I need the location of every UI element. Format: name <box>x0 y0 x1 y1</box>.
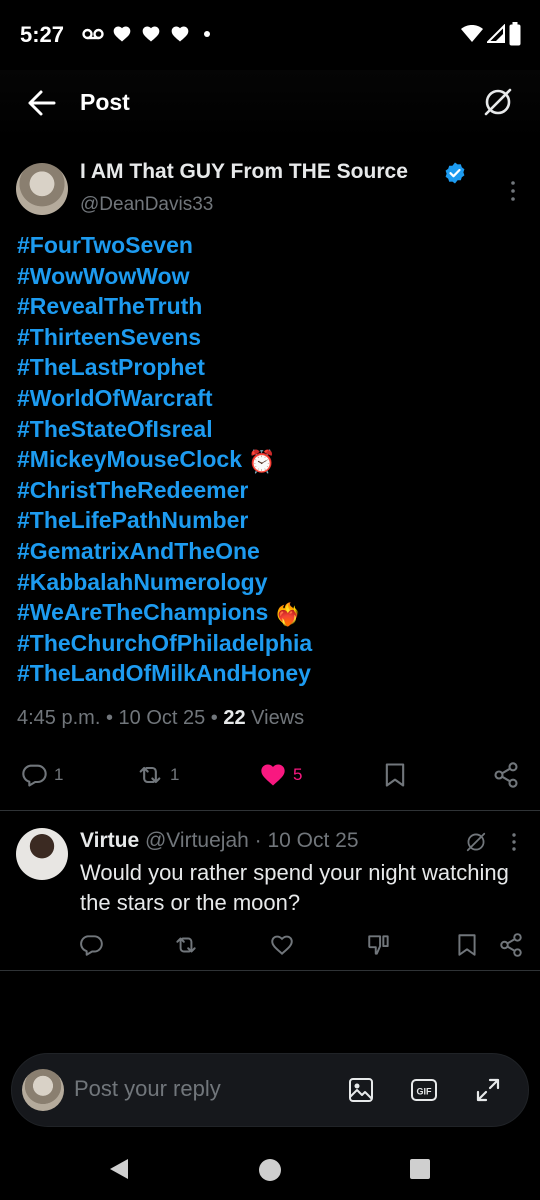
reply-input[interactable] <box>74 1076 324 1102</box>
heart-on-fire-emoji: ❤️‍🔥 <box>274 602 302 628</box>
hashtag-link[interactable]: #TheLastProphet <box>17 352 527 383</box>
hashtag-link[interactable]: #MickeyMouseClock ⏰ <box>17 444 527 475</box>
page-title: Post <box>80 89 130 115</box>
repost-button[interactable]: 1 <box>136 760 179 790</box>
nav-home-icon[interactable] <box>257 1157 283 1183</box>
reply-author-handle[interactable]: @Virtuejah <box>145 829 249 852</box>
grok-icon[interactable] <box>482 86 514 118</box>
nav-back-icon[interactable] <box>106 1156 132 1182</box>
reply-author-name[interactable]: Virtue <box>80 829 139 852</box>
author-name[interactable]: I AM That GUY From THE Source <box>80 160 408 184</box>
grok-icon[interactable] <box>465 831 487 853</box>
share-icon <box>494 762 518 788</box>
hashtag-link[interactable]: #ChristTheRedeemer <box>17 475 527 506</box>
post-date: 10 Oct 25 <box>118 707 206 729</box>
like-button[interactable]: 5 <box>259 760 302 790</box>
divider <box>0 810 540 811</box>
repost-icon <box>139 766 161 784</box>
composer-avatar <box>22 1069 64 1111</box>
nav-recents-icon[interactable] <box>409 1158 431 1180</box>
bookmark-button[interactable] <box>381 760 409 790</box>
reply-button[interactable]: 1 <box>20 760 63 790</box>
expand-icon[interactable] <box>473 1075 503 1105</box>
heart-filled-icon <box>261 764 285 786</box>
hashtag-link[interactable]: #RevealTheTruth <box>17 291 527 322</box>
hashtag-link[interactable]: #WeAreTheChampions ❤️‍🔥 <box>17 597 527 628</box>
status-bar <box>0 0 540 70</box>
hashtag-link[interactable]: #TheLandOfMilkAndHoney <box>17 658 527 689</box>
status-time: 5:27 <box>20 22 65 47</box>
share-icon[interactable] <box>498 932 524 958</box>
views-label[interactable]: Views <box>251 707 304 729</box>
reply-date: 10 Oct 25 <box>267 829 359 852</box>
dislike-icon[interactable] <box>366 932 392 958</box>
heart-icon[interactable] <box>269 932 295 958</box>
reply-count: 1 <box>54 765 64 784</box>
like-count: 5 <box>293 765 303 784</box>
hashtag-link[interactable]: #FourTwoSeven <box>17 230 527 261</box>
hashtag-link[interactable]: #WowWowWow <box>17 261 527 292</box>
reply-header: Virtue @Virtuejah · 10 Oct 25 <box>80 829 359 852</box>
gif-icon[interactable]: GIF <box>409 1075 439 1105</box>
post-meta: 4:45 p.m. • 10 Oct 25 • 22 Views <box>17 707 305 729</box>
hashtag-link[interactable]: #KabbalahNumerology <box>17 567 527 598</box>
more-options-icon[interactable] <box>505 180 521 202</box>
reply-text: Would you rather spend your night watchi… <box>80 860 509 915</box>
reply-icon <box>22 764 47 787</box>
hashtag-link[interactable]: #GematrixAndTheOne <box>17 536 527 567</box>
svg-text:GIF: GIF <box>417 1087 433 1097</box>
views-count: 22 <box>223 707 246 729</box>
repost-icon[interactable] <box>173 932 199 958</box>
hashtag-link[interactable]: #ThirteenSevens <box>17 322 527 353</box>
battery-icon <box>509 22 521 46</box>
hashtag-link[interactable]: #TheLifePathNumber <box>17 505 527 536</box>
alarm-clock-emoji: ⏰ <box>247 449 276 475</box>
post-text: #FourTwoSeven #WowWowWow #RevealTheTruth… <box>17 230 527 689</box>
heart-icon <box>171 26 189 42</box>
repost-count: 1 <box>170 765 180 784</box>
hashtag-link[interactable]: #TheStateOfIsreal <box>17 414 527 445</box>
divider <box>0 970 540 971</box>
bookmark-icon <box>385 763 405 787</box>
hashtag-link[interactable]: #WorldOfWarcraft <box>17 383 527 414</box>
share-button[interactable] <box>492 760 520 790</box>
dot-icon <box>204 31 210 37</box>
post-time: 4:45 p.m. <box>17 707 101 729</box>
verified-badge-icon[interactable] <box>443 161 467 185</box>
author-avatar[interactable] <box>16 163 68 215</box>
bookmark-icon[interactable] <box>454 932 480 958</box>
image-icon[interactable] <box>346 1075 376 1105</box>
hashtag-link[interactable]: #TheChurchOfPhiladelphia <box>17 628 527 659</box>
reply-avatar[interactable] <box>16 828 68 880</box>
wifi-icon <box>461 25 483 42</box>
heart-icon <box>113 26 131 42</box>
reply-icon[interactable] <box>78 932 104 958</box>
more-options-icon[interactable] <box>506 832 522 852</box>
signal-icon <box>487 24 505 43</box>
heart-icon <box>142 26 160 42</box>
voicemail-icon <box>82 28 104 40</box>
author-handle[interactable]: @DeanDavis33 <box>80 194 213 216</box>
back-arrow-icon[interactable] <box>26 88 58 118</box>
